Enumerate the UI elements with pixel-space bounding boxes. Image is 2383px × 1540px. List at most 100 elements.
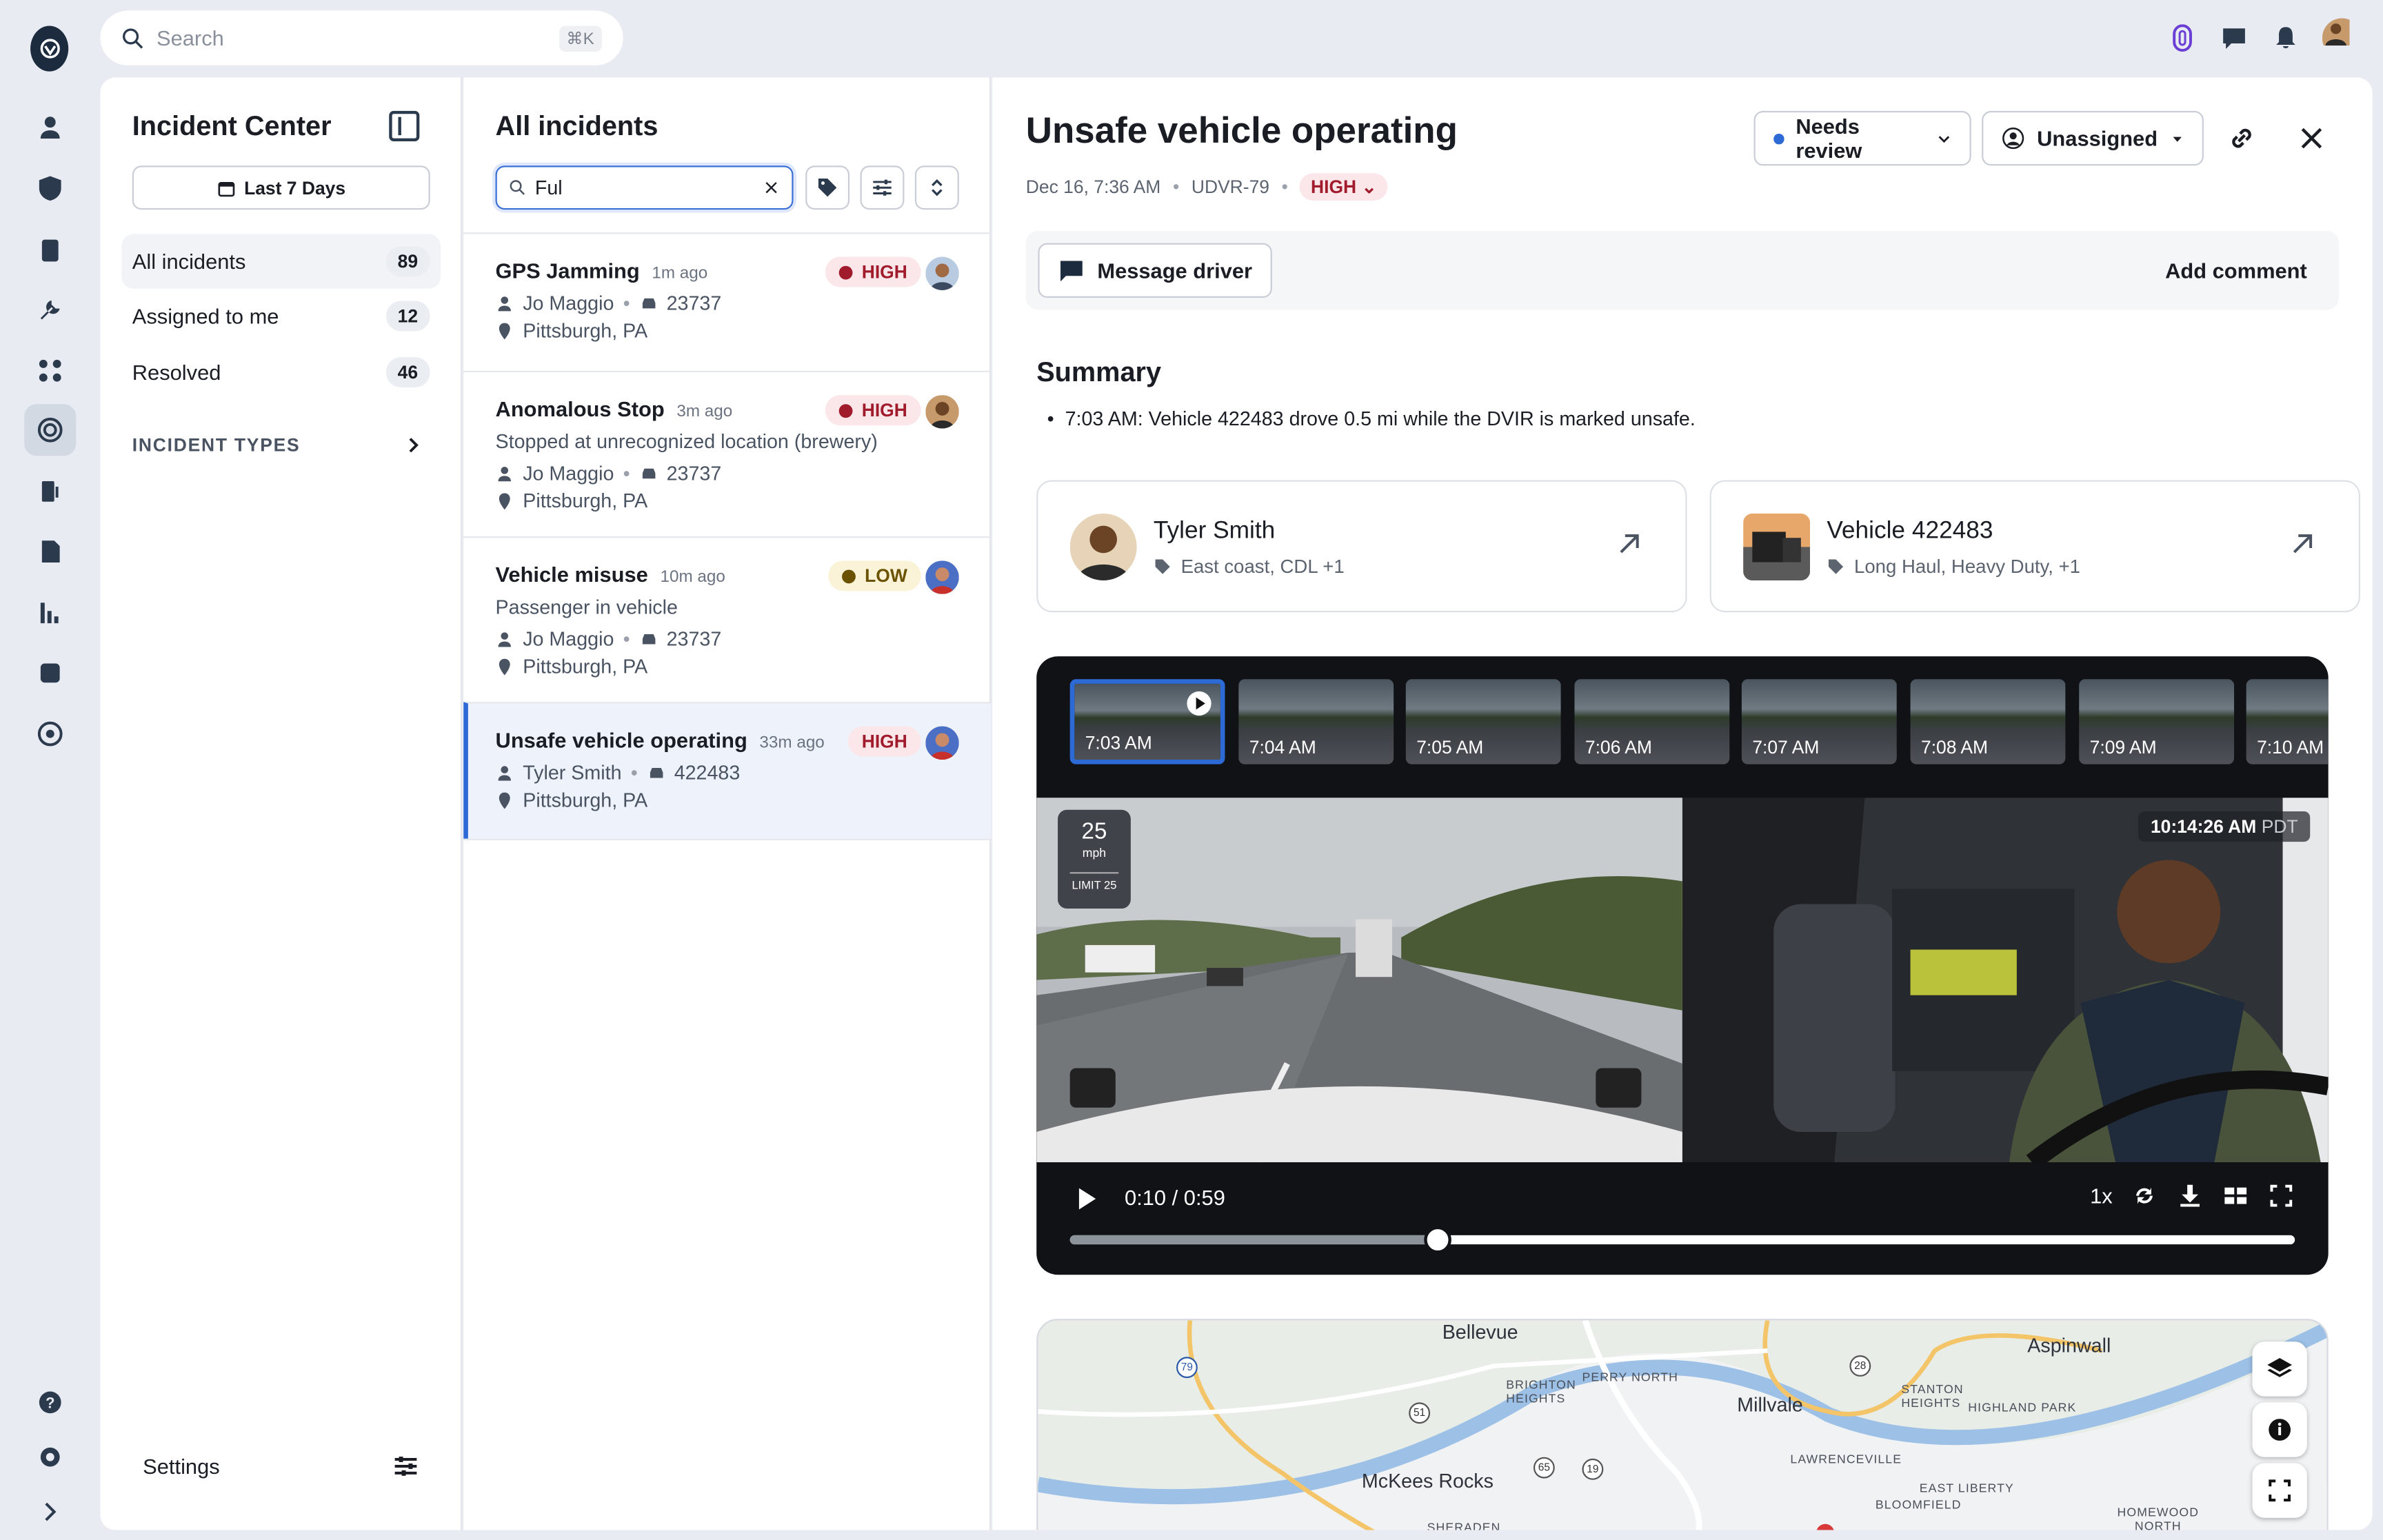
filter-label: All incidents: [132, 249, 246, 274]
help-icon[interactable]: ?: [24, 1377, 76, 1428]
incident-detail-panel: Unsafe vehicle operating Dec 16, 7:36 AM…: [992, 77, 2373, 1530]
video-thumbnail[interactable]: 7:09 AM: [2079, 679, 2235, 764]
bell-icon[interactable]: [2271, 17, 2301, 59]
route-shield: 79: [1176, 1357, 1198, 1379]
seek-knob[interactable]: [1423, 1226, 1451, 1254]
reports-chart-icon[interactable]: [24, 587, 76, 638]
download-icon[interactable]: [2176, 1182, 2204, 1210]
play-icon[interactable]: [1078, 1188, 1096, 1210]
route-shield: 65: [1533, 1457, 1555, 1479]
app-logo[interactable]: [30, 26, 69, 72]
severity-dropdown[interactable]: HIGH ⌄: [1300, 173, 1388, 201]
vehicle-icon: [641, 633, 655, 644]
driver-avatar: [925, 395, 959, 429]
collapse-panel-icon[interactable]: [389, 110, 420, 141]
summary-text: 7:03 AM: Vehicle 422483 drove 0.5 mi whi…: [1065, 407, 1696, 430]
play-icon: [1187, 691, 1211, 716]
incident-card-unsafe-vehicle-operating[interactable]: Unsafe vehicle operating 33m ago Tyler Sm…: [463, 702, 992, 839]
person-icon: [498, 296, 512, 311]
incident-vehicle: 23737: [666, 292, 722, 315]
chevron-down-icon: ⌄: [1361, 176, 1377, 198]
loop-icon[interactable]: [2131, 1182, 2158, 1210]
seek-progress: [1069, 1235, 1438, 1245]
safety-shield-icon[interactable]: [24, 163, 76, 214]
filter-value[interactable]: Ful: [535, 176, 763, 199]
speed-limit: LIMIT 25: [1069, 872, 1119, 892]
filter-resolved[interactable]: Resolved 46: [121, 345, 441, 399]
map-label: SHERADEN: [1427, 1521, 1501, 1530]
assignee-dropdown[interactable]: Unassigned: [1982, 110, 2204, 166]
map-label: McKees Rocks: [1361, 1469, 1494, 1492]
video-thumbnail[interactable]: 7:05 AM: [1405, 679, 1561, 764]
documents-icon[interactable]: [24, 526, 76, 578]
sliders-icon[interactable]: [392, 1452, 420, 1480]
video-thumbnail[interactable]: 7:03 AM: [1069, 679, 1225, 764]
expand-chevron-icon[interactable]: [24, 1486, 76, 1538]
map-label: Aspinwall: [2027, 1334, 2111, 1357]
chat-icon[interactable]: [2219, 17, 2249, 59]
severity-badge: HIGH: [825, 395, 921, 426]
user-avatar[interactable]: [2322, 18, 2362, 57]
incident-id: UDVR-79: [1191, 176, 1270, 198]
apps-circle-icon[interactable]: [24, 708, 76, 760]
filter-all-incidents[interactable]: All incidents 89: [121, 234, 441, 289]
playback-rate[interactable]: 1x: [2090, 1184, 2113, 1208]
chevron-right-icon: [409, 438, 419, 453]
incident-card-vehicle-misuse[interactable]: Vehicle misuse 10m ago Passenger in vehic…: [463, 536, 992, 702]
seek-bar[interactable]: [1069, 1226, 2295, 1254]
filter-assigned-to-me[interactable]: Assigned to me 12: [121, 289, 441, 343]
incident-title: GPS Jamming: [495, 258, 640, 283]
ai-assistant-icon[interactable]: [2167, 17, 2198, 59]
sort-button[interactable]: [914, 165, 959, 210]
incidents-target-icon[interactable]: [24, 404, 77, 456]
drivers-icon[interactable]: [24, 102, 76, 154]
driver-name: Tyler Smith: [1153, 518, 1276, 545]
open-arrow-icon[interactable]: [2289, 530, 2316, 558]
incident-types-toggle[interactable]: INCIDENT TYPES: [132, 434, 424, 456]
sort-chevrons-icon: [932, 179, 943, 196]
incident-filter-input[interactable]: Ful: [495, 165, 794, 210]
video-thumbnail[interactable]: 7:07 AM: [1741, 679, 1897, 764]
global-search[interactable]: Search ⌘K: [100, 10, 623, 65]
driver-photo: [1069, 513, 1137, 580]
map-label: HIGHLAND PARK: [1968, 1401, 2077, 1415]
tag-filter-button[interactable]: [805, 165, 850, 210]
map-layers-button[interactable]: [2252, 1341, 2307, 1397]
layout-grid-icon[interactable]: [2222, 1182, 2249, 1210]
incident-map[interactable]: Bellevue Aspinwall BRIGHTON HEIGHTS PERR…: [1036, 1319, 2329, 1530]
fullscreen-icon: [2269, 1479, 2291, 1502]
video-thumbnail[interactable]: 7:04 AM: [1238, 679, 1394, 764]
video-thumbnail[interactable]: 7:08 AM: [1910, 679, 2066, 764]
copy-link-icon[interactable]: [2222, 119, 2261, 158]
settings-row[interactable]: Settings: [143, 1452, 419, 1480]
filters-button[interactable]: [860, 165, 905, 210]
map-fullscreen-button[interactable]: [2252, 1463, 2307, 1518]
routes-icon[interactable]: [24, 345, 76, 396]
fullscreen-icon[interactable]: [2268, 1182, 2295, 1210]
map-info-button[interactable]: [2252, 1402, 2307, 1457]
video-thumbnail[interactable]: 7:10 AM: [2246, 679, 2329, 764]
fuel-icon[interactable]: [24, 465, 76, 516]
clear-icon[interactable]: [763, 179, 779, 196]
close-icon[interactable]: [2292, 119, 2331, 158]
playback-time: 0:10 / 0:59: [1125, 1185, 1225, 1210]
incident-card-anomalous-stop[interactable]: Anomalous Stop 3m ago Stopped at unrecogn…: [463, 370, 992, 536]
video-thumbnail[interactable]: 7:06 AM: [1574, 679, 1730, 764]
open-arrow-icon[interactable]: [1616, 530, 1643, 558]
info-icon: [2269, 1419, 2291, 1441]
incident-driver: Tyler Smith: [523, 761, 622, 784]
incident-vehicle: 23737: [666, 462, 722, 485]
summary-title: Summary: [1036, 356, 1162, 388]
incident-types-label: INCIDENT TYPES: [132, 434, 301, 456]
status-dropdown[interactable]: Needs review: [1753, 110, 1971, 166]
clipboard-icon[interactable]: [24, 223, 76, 275]
gear-icon[interactable]: [24, 1431, 76, 1483]
vehicle-card[interactable]: Vehicle 422483 Long Haul, Heavy Duty, +1: [1709, 480, 2360, 613]
incident-card-gps-jamming[interactable]: GPS Jamming 1m ago Jo Maggio • 23737 Pittsb…: [463, 232, 992, 371]
message-driver-button[interactable]: Message driver: [1038, 243, 1272, 298]
wrench-icon[interactable]: [24, 284, 76, 336]
driver-card[interactable]: Tyler Smith East coast, CDL +1: [1036, 480, 1687, 613]
date-range-button[interactable]: Last 7 Days: [132, 165, 430, 210]
messages-icon[interactable]: [24, 647, 76, 699]
add-comment-button[interactable]: Add comment: [2165, 259, 2307, 283]
